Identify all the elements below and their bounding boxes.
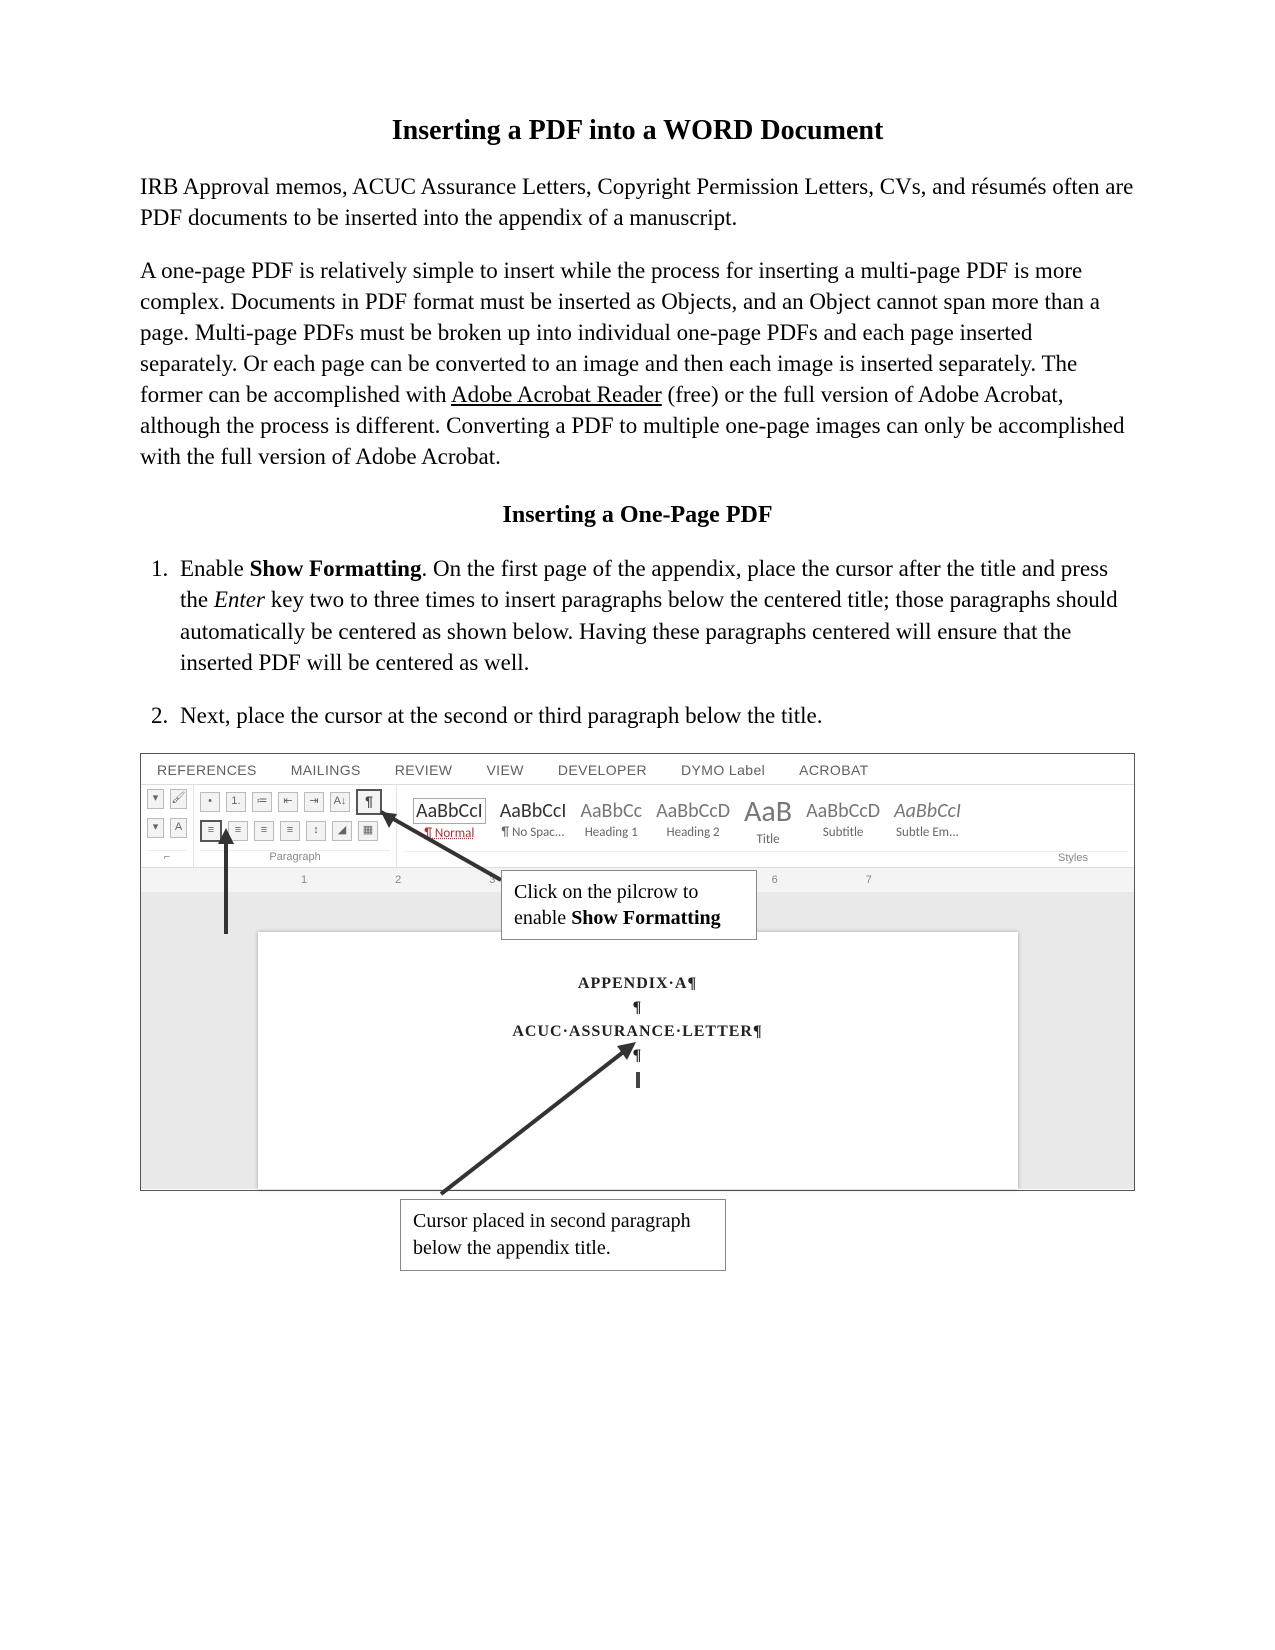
document-page[interactable]: APPENDIX·A¶ ¶ ACUC·ASSURANCE·LETTER¶ ¶ <box>258 932 1018 1189</box>
tab-view[interactable]: VIEW <box>486 762 523 778</box>
step-2: Next, place the cursor at the second or … <box>174 700 1135 731</box>
format-painter-icon[interactable]: 🖌 <box>170 789 187 809</box>
intro-paragraph-1: IRB Approval memos, ACUC Assurance Lette… <box>140 171 1135 233</box>
styles-gallery[interactable]: AaBbCcI ¶ Normal AaBbCcI ¶ No Spac... Aa… <box>403 789 1128 849</box>
styles-group-label: Styles <box>403 851 1128 864</box>
align-center-icon[interactable]: ≡ <box>228 821 248 841</box>
section-heading-one-page-pdf: Inserting a One-Page PDF <box>140 502 1135 529</box>
justify-icon[interactable]: ≡ <box>280 821 300 841</box>
callout-cursor: Cursor placed in second paragraph below … <box>400 1199 726 1271</box>
decrease-indent-icon[interactable]: ⇤ <box>278 792 298 812</box>
step1-bold: Show Formatting <box>250 556 422 581</box>
line-spacing-icon[interactable]: ↕ <box>306 821 326 841</box>
font-color-icon[interactable]: A <box>170 818 187 838</box>
pilcrow-button[interactable]: ¶ <box>356 789 382 815</box>
align-right-icon[interactable]: ≡ <box>254 821 274 841</box>
style-title[interactable]: AaB Title <box>744 793 792 847</box>
text-cursor <box>636 1072 640 1088</box>
doc-line-blank2: ¶ <box>258 1044 1018 1068</box>
ribbon-tabs: REFERENCES MAILINGS REVIEW VIEW DEVELOPE… <box>141 754 1134 785</box>
bullets-icon[interactable]: • <box>200 792 220 812</box>
shading-icon[interactable]: ◢ <box>332 821 352 841</box>
style-subtitle[interactable]: AaBbCcD Subtitle <box>806 799 880 840</box>
tab-mailings[interactable]: MAILINGS <box>291 762 361 778</box>
paragraph-group-label: Paragraph <box>200 850 390 863</box>
increase-indent-icon[interactable]: ⇥ <box>304 792 324 812</box>
callout-pilcrow: Click on the pilcrow to enable Show Form… <box>501 870 757 940</box>
style-normal[interactable]: AaBbCcI ¶ Normal <box>413 798 486 841</box>
tab-dymo[interactable]: DYMO Label <box>681 762 765 778</box>
tab-acrobat[interactable]: ACROBAT <box>799 762 868 778</box>
style-no-spacing[interactable]: AaBbCcI ¶ No Spac... <box>500 799 567 840</box>
dropdown-icon[interactable]: ▾ <box>147 789 164 809</box>
group-launcher-icon[interactable]: ⌐ <box>147 850 187 863</box>
steps-list: Enable Show Formatting. On the first pag… <box>140 553 1135 730</box>
doc-line-blank1: ¶ <box>258 996 1018 1020</box>
adobe-reader-link[interactable]: Adobe Acrobat Reader <box>451 382 662 407</box>
numbering-icon[interactable]: 1. <box>226 792 246 812</box>
align-left-icon[interactable]: ≡ <box>200 820 222 842</box>
step1-italic: Enter <box>214 587 265 612</box>
sort-icon[interactable]: A↓ <box>330 792 350 812</box>
document-title: Inserting a PDF into a WORD Document <box>140 115 1135 147</box>
doc-line-appendix: APPENDIX·A¶ <box>258 972 1018 996</box>
intro-paragraph-2: A one-page PDF is relatively simple to i… <box>140 255 1135 472</box>
style-subtle-emphasis[interactable]: AaBbCcI Subtle Em... <box>894 799 961 840</box>
tab-developer[interactable]: DEVELOPER <box>558 762 647 778</box>
style-heading-2[interactable]: AaBbCcD Heading 2 <box>656 799 730 840</box>
tab-references[interactable]: REFERENCES <box>157 762 257 778</box>
borders-icon[interactable]: ▦ <box>358 821 378 841</box>
style-heading-1[interactable]: AaBbCc Heading 1 <box>580 799 642 840</box>
doc-line-acuc: ACUC·ASSURANCE·LETTER¶ <box>258 1020 1018 1044</box>
tab-review[interactable]: REVIEW <box>395 762 453 778</box>
dropdown-icon[interactable]: ▾ <box>147 818 164 838</box>
step-1: Enable Show Formatting. On the first pag… <box>174 553 1135 677</box>
word-ribbon-screenshot: REFERENCES MAILINGS REVIEW VIEW DEVELOPE… <box>140 753 1135 1191</box>
multilevel-list-icon[interactable]: ≔ <box>252 792 272 812</box>
